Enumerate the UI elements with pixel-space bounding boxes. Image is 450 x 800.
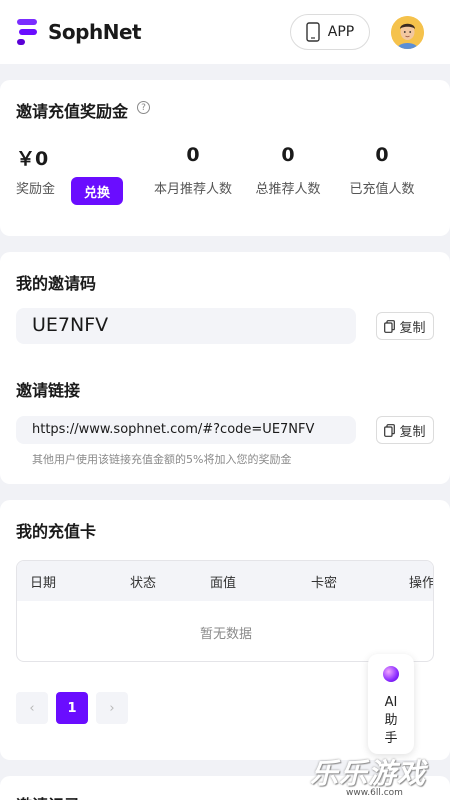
- invite-link-value: https://www.sophnet.com/#?code=UE7NFV: [32, 422, 315, 437]
- app-download-button[interactable]: APP: [290, 14, 370, 50]
- total-referrals-label: 总推荐人数: [255, 182, 321, 197]
- watermark-text: 乐乐游戏: [310, 757, 427, 790]
- invite-card: 我的邀请码 UE7NFV 复制 邀请链接 https://www.sophnet…: [0, 252, 450, 484]
- invite-records-title: 邀请记录: [16, 792, 80, 800]
- invite-link-hint: 其他用户使用该链接充值金额的5%将加入您的奖励金: [32, 453, 292, 466]
- invite-code-box: UE7NFV: [16, 308, 356, 344]
- ai-assistant-button[interactable]: AI 助 手: [368, 654, 414, 754]
- user-avatar[interactable]: [391, 16, 424, 49]
- copy-code-button[interactable]: 复制: [376, 312, 434, 340]
- column-face-value: 面值: [210, 576, 237, 591]
- ai-label-line3: 手: [384, 731, 398, 746]
- chevron-left-icon: ‹: [29, 700, 35, 716]
- app-button-label: APP: [327, 24, 355, 40]
- invite-code-title: 我的邀请码: [16, 274, 97, 293]
- recharge-cards-title: 我的充值卡: [16, 522, 97, 541]
- table-header: 日期 状态 面值 卡密 操作: [17, 561, 434, 601]
- monthly-referrals-label: 本月推荐人数: [153, 182, 232, 197]
- balance-label: 奖励金: [16, 182, 56, 197]
- table-empty-text: 暂无数据: [199, 627, 252, 642]
- watermark-url: www.6ll.com: [346, 788, 403, 798]
- total-referrals-value: 0: [281, 144, 295, 166]
- copy-link-button[interactable]: 复制: [376, 416, 434, 444]
- reward-card: 邀请充值奖励金 ? ￥0 奖励金 兑换 0 本月推荐人数 0 总推荐人数 0 已…: [0, 80, 450, 236]
- column-actions: 操作: [409, 576, 434, 591]
- column-date: 日期: [30, 576, 57, 591]
- chevron-right-icon: ›: [109, 700, 115, 716]
- ai-assistant-label: AI 助 手: [368, 694, 414, 748]
- top-header: SophNet APP: [0, 0, 450, 64]
- question-circle-icon[interactable]: ?: [137, 101, 150, 114]
- avatar-face-icon: [391, 16, 424, 49]
- invite-code-value: UE7NFV: [32, 314, 109, 336]
- copy-link-label: 复制: [399, 424, 426, 440]
- reward-title: 邀请充值奖励金: [16, 102, 129, 121]
- page-1-button[interactable]: 1: [56, 692, 88, 724]
- next-page-button[interactable]: ›: [96, 692, 128, 724]
- ai-orb-icon: [383, 666, 399, 682]
- site-watermark: 乐乐游戏 www.6ll.com: [304, 752, 450, 800]
- ai-label-line1: AI: [384, 695, 398, 710]
- copy-icon: [384, 423, 396, 437]
- recharge-cards-table: 日期 状态 面值 卡密 操作 暂无数据: [16, 560, 434, 662]
- column-status: 状态: [130, 576, 157, 591]
- column-card-key: 卡密: [311, 576, 338, 591]
- redeem-button[interactable]: 兑换: [71, 177, 123, 205]
- prev-page-button[interactable]: ‹: [16, 692, 48, 724]
- invite-link-box: https://www.sophnet.com/#?code=UE7NFV: [16, 416, 356, 444]
- recharged-users-label: 已充值人数: [349, 182, 415, 197]
- copy-icon: [384, 319, 396, 333]
- brand-name: SophNet: [48, 20, 142, 44]
- invite-link-title: 邀请链接: [16, 381, 81, 400]
- brand-logo[interactable]: SophNet: [16, 18, 142, 46]
- phone-icon: [306, 22, 320, 42]
- ai-label-line2: 助: [384, 713, 398, 728]
- recharged-users-value: 0: [375, 144, 389, 166]
- page-number: 1: [67, 700, 77, 716]
- monthly-referrals-value: 0: [186, 144, 200, 166]
- copy-code-label: 复制: [399, 320, 426, 336]
- balance-value: ￥0: [16, 148, 49, 170]
- sophnet-logo-icon: [17, 19, 37, 45]
